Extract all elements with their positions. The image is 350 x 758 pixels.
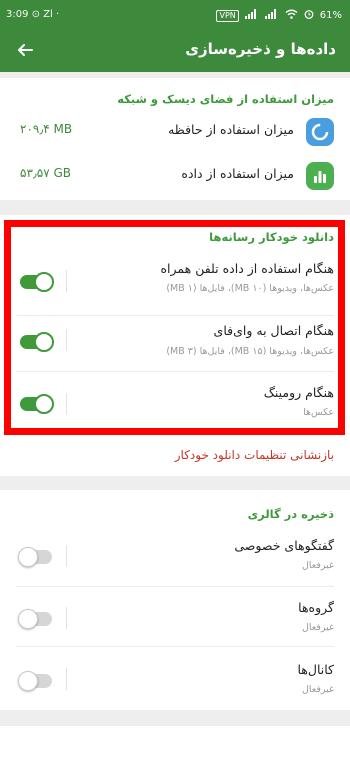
app-bar: داده‌ها و ذخیره‌سازی [0,30,350,72]
auto-download-section: دانلود خودکار رسانه‌ها هنگام استفاده از … [0,215,350,476]
storage-usage-row[interactable]: میزان استفاده از حافظه ۲۰۹٫۴ MB [0,110,350,154]
status-icons: VPN 61% [216,9,342,22]
row-subtitle: غیرفعال [302,684,334,695]
section-title-storage: میزان استفاده از فضای دیسک و شبکه [117,92,334,106]
section-title-gallery: ذخیره در گالری [247,507,334,521]
divider [66,607,67,629]
divider [16,586,334,587]
data-usage-value: ۵۳٫۵۷ GB [20,166,72,180]
battery-level: 61% [319,10,342,21]
gallery-channels-row[interactable]: کانال‌ها غیرفعال [0,650,350,706]
storage-usage-value: ۲۰۹٫۴ MB [20,122,73,136]
reset-auto-download-button[interactable]: بازنشانی تنظیمات دانلود خودکار [175,448,334,462]
status-bar: 3:09 ⊙ Zl · VPN 61% [0,0,350,30]
bar-chart-icon [306,162,334,190]
row-title: گفتگوهای خصوصی [234,538,334,553]
save-to-gallery-section: ذخیره در گالری گفتگوهای خصوصی غیرفعال گر… [0,490,350,710]
divider [16,371,334,372]
row-title: کانال‌ها [297,662,334,677]
row-title: هنگام اتصال به وای‌فای [213,323,334,338]
data-usage-label: میزان استفاده از داده [181,166,294,181]
auto-download-roaming-row[interactable]: هنگام رومینگ عکس‌ها [0,375,350,439]
row-title: گروه‌ها [298,600,334,615]
toggle-switch[interactable] [18,547,52,567]
alarm-icon [304,9,314,22]
page-title: داده‌ها و ذخیره‌سازی [185,40,336,58]
signal-icon [264,9,279,22]
gallery-groups-row[interactable]: گروه‌ها غیرفعال [0,590,350,646]
section-title-auto-download: دانلود خودکار رسانه‌ها [209,230,334,244]
auto-download-mobile-row[interactable]: هنگام استفاده از داده تلفن همراه عکس‌ها،… [0,249,350,315]
signal-icon [244,9,259,22]
divider [66,270,67,292]
divider [66,393,67,415]
data-usage-row[interactable]: میزان استفاده از داده ۵۳٫۵۷ GB [0,154,350,198]
toggle-switch[interactable] [20,332,54,352]
toggle-switch[interactable] [18,609,52,629]
divider [66,545,67,567]
gallery-private-chats-row[interactable]: گفتگوهای خصوصی غیرفعال [0,530,350,586]
row-subtitle: غیرفعال [302,560,334,571]
auto-download-wifi-row[interactable]: هنگام اتصال به وای‌فای عکس‌ها، ویدیوها (… [0,315,350,379]
toggle-switch[interactable] [20,394,54,414]
status-left: 3:09 ⊙ Zl · [6,9,60,20]
row-title: هنگام استفاده از داده تلفن همراه [160,261,334,276]
storage-usage-label: میزان استفاده از حافظه [168,122,294,137]
row-subtitle: عکس‌ها، ویدیوها (۱۵ MB)، فایل‌ها (۳ MB) [166,346,334,357]
toggle-switch[interactable] [20,272,54,292]
toggle-switch[interactable] [18,671,52,691]
wifi-icon [285,9,298,22]
divider [66,329,67,351]
storage-section: میزان استفاده از فضای دیسک و شبکه میزان … [0,78,350,200]
pie-chart-icon [306,118,334,146]
vpn-badge: VPN [216,9,239,22]
row-subtitle: عکس‌ها [303,407,334,418]
divider [16,646,334,647]
back-arrow-icon[interactable] [12,37,38,63]
divider [66,668,67,690]
row-subtitle: عکس‌ها، ویدیوها (۱۰ MB)، فایل‌ها (۱ MB) [166,283,334,294]
row-title: هنگام رومینگ [263,385,334,400]
row-subtitle: غیرفعال [302,622,334,633]
next-section-partial [0,726,350,758]
